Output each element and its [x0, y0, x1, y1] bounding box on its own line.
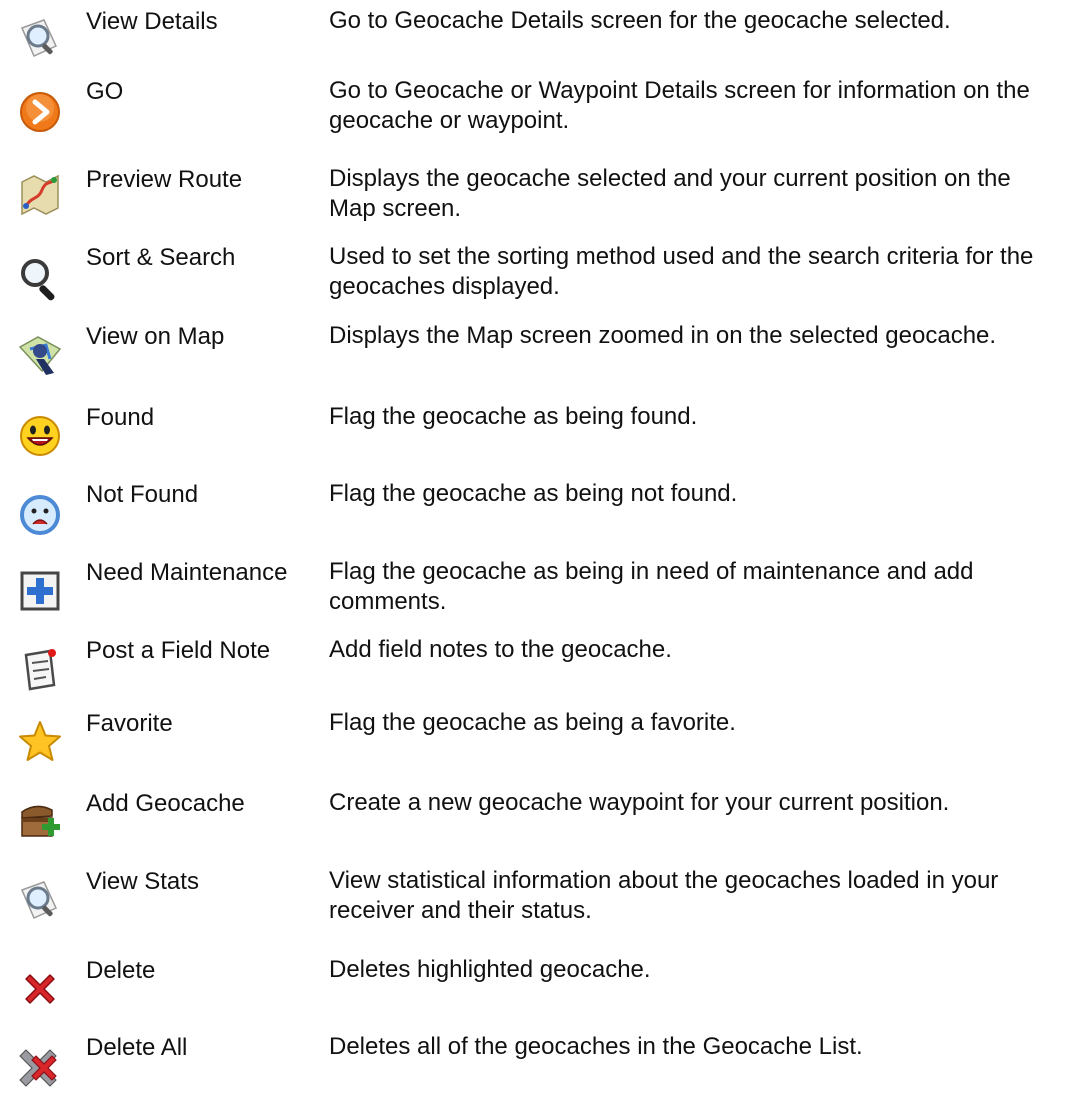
command-name: Found: [86, 404, 155, 431]
command-name: Delete All: [86, 1034, 188, 1061]
command-name: Need Maintenance: [86, 559, 288, 586]
magnifier-document-icon: [16, 14, 64, 62]
command-description: Displays the geocache selected and your …: [329, 165, 1011, 222]
command-description: Go to Geocache or Waypoint Details scree…: [329, 77, 1030, 134]
command-name: Not Found: [86, 481, 199, 508]
command-name: View Details: [86, 8, 218, 35]
command-name: Sort & Search: [86, 244, 236, 271]
command-name: Preview Route: [86, 166, 243, 193]
command-name: View on Map: [86, 323, 225, 350]
command-description: Flag the geocache as being in need of ma…: [329, 558, 974, 615]
orange-go-arrow-icon: [16, 88, 64, 136]
happy-face-icon: [16, 412, 64, 460]
command-description: View statistical information about the g…: [329, 867, 999, 924]
magnifying-glass-icon: [16, 254, 64, 302]
blue-plus-icon: [16, 567, 64, 615]
command-name: GO: [86, 78, 124, 105]
map-pin-icon: [16, 331, 64, 379]
sad-face-icon: [16, 491, 64, 539]
command-name: Add Geocache: [86, 790, 245, 817]
field-note-icon: [16, 645, 64, 693]
command-description: Create a new geocache waypoint for your …: [329, 789, 950, 816]
command-description: Flag the geocache as being found.: [329, 403, 698, 430]
command-description: Deletes highlighted geocache.: [329, 956, 651, 983]
command-description: Flag the geocache as being a favorite.: [329, 709, 736, 736]
red-x-icon: [16, 965, 64, 1013]
treasure-chest-add-icon: [16, 796, 64, 844]
command-description: Flag the geocache as being not found.: [329, 480, 738, 507]
command-description: Go to Geocache Details screen for the ge…: [329, 7, 951, 34]
command-name: Post a Field Note: [86, 637, 271, 664]
delete-all-icon: [16, 1042, 64, 1090]
command-description: Add field notes to the geocache.: [329, 636, 672, 663]
command-name: Favorite: [86, 710, 173, 737]
route-map-icon: [16, 170, 64, 218]
star-icon: [16, 718, 64, 766]
command-description: Used to set the sorting method used and …: [329, 243, 1034, 300]
command-name: Delete: [86, 957, 156, 984]
magnifier-document-icon: [16, 876, 64, 924]
command-description: Displays the Map screen zoomed in on the…: [329, 322, 997, 349]
command-description: Deletes all of the geocaches in the Geoc…: [329, 1033, 863, 1060]
command-name: View Stats: [86, 868, 199, 895]
